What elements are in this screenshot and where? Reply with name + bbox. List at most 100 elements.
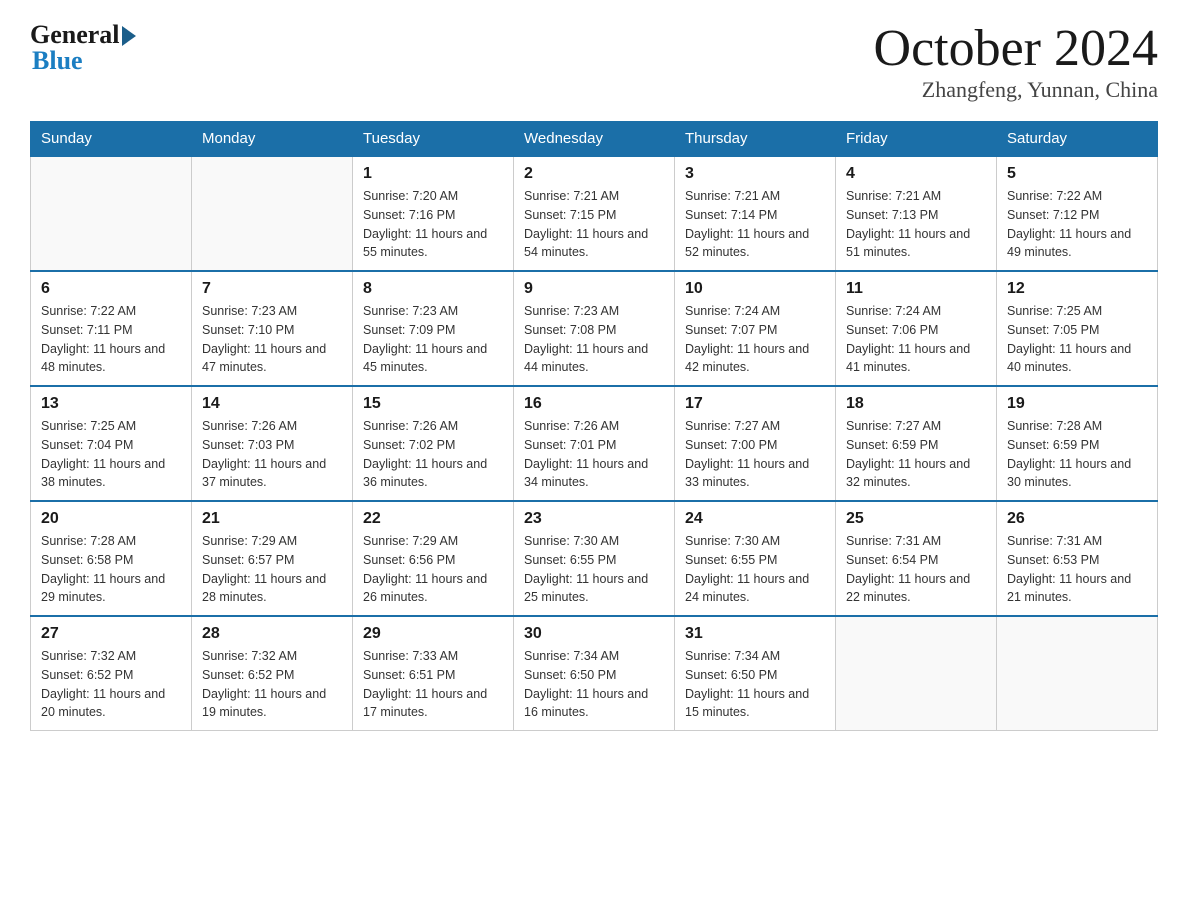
cell-day-number: 6 xyxy=(41,280,181,298)
cell-day-number: 15 xyxy=(363,395,503,413)
table-cell: 7 Sunrise: 7:23 AMSunset: 7:10 PMDaylight… xyxy=(192,271,353,386)
cell-day-number: 10 xyxy=(685,280,825,298)
table-cell: 5 Sunrise: 7:22 AMSunset: 7:12 PMDaylight… xyxy=(997,156,1158,271)
weekday-header-thursday: Thursday xyxy=(675,122,836,157)
cell-sun-info: Sunrise: 7:26 AMSunset: 7:03 PMDaylight:… xyxy=(202,417,342,492)
cell-day-number: 26 xyxy=(1007,510,1147,528)
weekday-header-tuesday: Tuesday xyxy=(353,122,514,157)
logo: General Blue xyxy=(30,20,136,76)
logo-arrow-icon xyxy=(122,26,136,46)
table-cell: 24Sunrise: 7:30 AMSunset: 6:55 PMDayligh… xyxy=(675,501,836,616)
table-cell: 26 Sunrise: 7:31 AMSunset: 6:53 PMDayligh… xyxy=(997,501,1158,616)
cell-sun-info: Sunrise: 7:21 AMSunset: 7:14 PMDaylight:… xyxy=(685,187,825,262)
cell-day-number: 22 xyxy=(363,510,503,528)
week-row-1: 1 Sunrise: 7:20 AMSunset: 7:16 PMDaylight… xyxy=(31,156,1158,271)
cell-day-number: 30 xyxy=(524,625,664,643)
table-cell: 13 Sunrise: 7:25 AMSunset: 7:04 PMDayligh… xyxy=(31,386,192,501)
weekday-header-friday: Friday xyxy=(836,122,997,157)
table-cell: 31 Sunrise: 7:34 AMSunset: 6:50 PMDayligh… xyxy=(675,616,836,731)
cell-day-number: 2 xyxy=(524,165,664,183)
table-cell xyxy=(997,616,1158,731)
cell-day-number: 23 xyxy=(524,510,664,528)
cell-day-number: 1 xyxy=(363,165,503,183)
cell-sun-info: Sunrise: 7:23 AMSunset: 7:10 PMDaylight:… xyxy=(202,302,342,377)
cell-day-number: 7 xyxy=(202,280,342,298)
cell-day-number: 27 xyxy=(41,625,181,643)
table-cell: 3 Sunrise: 7:21 AMSunset: 7:14 PMDaylight… xyxy=(675,156,836,271)
cell-sun-info: Sunrise: 7:28 AMSunset: 6:59 PMDaylight:… xyxy=(1007,417,1147,492)
page-header: General Blue October 2024 Zhangfeng, Yun… xyxy=(30,20,1158,103)
table-cell xyxy=(31,156,192,271)
cell-sun-info: Sunrise: 7:20 AMSunset: 7:16 PMDaylight:… xyxy=(363,187,503,262)
table-cell: 23 Sunrise: 7:30 AMSunset: 6:55 PMDayligh… xyxy=(514,501,675,616)
week-row-2: 6 Sunrise: 7:22 AMSunset: 7:11 PMDaylight… xyxy=(31,271,1158,386)
table-cell: 27 Sunrise: 7:32 AMSunset: 6:52 PMDayligh… xyxy=(31,616,192,731)
cell-day-number: 19 xyxy=(1007,395,1147,413)
cell-sun-info: Sunrise: 7:25 AMSunset: 7:04 PMDaylight:… xyxy=(41,417,181,492)
cell-sun-info: Sunrise: 7:30 AMSunset: 6:55 PMDaylight:… xyxy=(524,532,664,607)
cell-sun-info: Sunrise: 7:24 AMSunset: 7:07 PMDaylight:… xyxy=(685,302,825,377)
cell-day-number: 29 xyxy=(363,625,503,643)
cell-day-number: 17 xyxy=(685,395,825,413)
cell-sun-info: Sunrise: 7:21 AMSunset: 7:13 PMDaylight:… xyxy=(846,187,986,262)
table-cell: 6 Sunrise: 7:22 AMSunset: 7:11 PMDaylight… xyxy=(31,271,192,386)
cell-day-number: 14 xyxy=(202,395,342,413)
table-cell: 8 Sunrise: 7:23 AMSunset: 7:09 PMDaylight… xyxy=(353,271,514,386)
cell-day-number: 11 xyxy=(846,280,986,298)
table-cell: 15 Sunrise: 7:26 AMSunset: 7:02 PMDayligh… xyxy=(353,386,514,501)
cell-sun-info: Sunrise: 7:34 AMSunset: 6:50 PMDaylight:… xyxy=(685,647,825,722)
cell-sun-info: Sunrise: 7:26 AMSunset: 7:01 PMDaylight:… xyxy=(524,417,664,492)
cell-day-number: 3 xyxy=(685,165,825,183)
cell-sun-info: Sunrise: 7:32 AMSunset: 6:52 PMDaylight:… xyxy=(41,647,181,722)
cell-day-number: 31 xyxy=(685,625,825,643)
table-cell: 12Sunrise: 7:25 AMSunset: 7:05 PMDayligh… xyxy=(997,271,1158,386)
cell-day-number: 5 xyxy=(1007,165,1147,183)
weekday-header-row: SundayMondayTuesdayWednesdayThursdayFrid… xyxy=(31,122,1158,157)
table-cell: 2 Sunrise: 7:21 AMSunset: 7:15 PMDaylight… xyxy=(514,156,675,271)
cell-sun-info: Sunrise: 7:23 AMSunset: 7:09 PMDaylight:… xyxy=(363,302,503,377)
cell-day-number: 13 xyxy=(41,395,181,413)
cell-day-number: 25 xyxy=(846,510,986,528)
cell-day-number: 8 xyxy=(363,280,503,298)
cell-sun-info: Sunrise: 7:21 AMSunset: 7:15 PMDaylight:… xyxy=(524,187,664,262)
weekday-header-saturday: Saturday xyxy=(997,122,1158,157)
weekday-header-monday: Monday xyxy=(192,122,353,157)
title-section: October 2024 Zhangfeng, Yunnan, China xyxy=(874,20,1158,103)
table-cell: 4Sunrise: 7:21 AMSunset: 7:13 PMDaylight… xyxy=(836,156,997,271)
cell-sun-info: Sunrise: 7:33 AMSunset: 6:51 PMDaylight:… xyxy=(363,647,503,722)
month-title: October 2024 xyxy=(874,20,1158,77)
cell-sun-info: Sunrise: 7:25 AMSunset: 7:05 PMDaylight:… xyxy=(1007,302,1147,377)
cell-day-number: 24 xyxy=(685,510,825,528)
table-cell xyxy=(192,156,353,271)
cell-sun-info: Sunrise: 7:22 AMSunset: 7:12 PMDaylight:… xyxy=(1007,187,1147,262)
cell-sun-info: Sunrise: 7:26 AMSunset: 7:02 PMDaylight:… xyxy=(363,417,503,492)
cell-day-number: 18 xyxy=(846,395,986,413)
table-cell: 25 Sunrise: 7:31 AMSunset: 6:54 PMDayligh… xyxy=(836,501,997,616)
table-cell: 22 Sunrise: 7:29 AMSunset: 6:56 PMDayligh… xyxy=(353,501,514,616)
table-cell: 1 Sunrise: 7:20 AMSunset: 7:16 PMDaylight… xyxy=(353,156,514,271)
table-cell: 29 Sunrise: 7:33 AMSunset: 6:51 PMDayligh… xyxy=(353,616,514,731)
table-cell: 28Sunrise: 7:32 AMSunset: 6:52 PMDayligh… xyxy=(192,616,353,731)
cell-day-number: 9 xyxy=(524,280,664,298)
cell-sun-info: Sunrise: 7:28 AMSunset: 6:58 PMDaylight:… xyxy=(41,532,181,607)
cell-day-number: 20 xyxy=(41,510,181,528)
weekday-header-wednesday: Wednesday xyxy=(514,122,675,157)
cell-sun-info: Sunrise: 7:31 AMSunset: 6:54 PMDaylight:… xyxy=(846,532,986,607)
week-row-5: 27 Sunrise: 7:32 AMSunset: 6:52 PMDayligh… xyxy=(31,616,1158,731)
cell-sun-info: Sunrise: 7:27 AMSunset: 7:00 PMDaylight:… xyxy=(685,417,825,492)
cell-sun-info: Sunrise: 7:29 AMSunset: 6:57 PMDaylight:… xyxy=(202,532,342,607)
cell-day-number: 21 xyxy=(202,510,342,528)
cell-sun-info: Sunrise: 7:31 AMSunset: 6:53 PMDaylight:… xyxy=(1007,532,1147,607)
cell-sun-info: Sunrise: 7:22 AMSunset: 7:11 PMDaylight:… xyxy=(41,302,181,377)
table-cell: 18Sunrise: 7:27 AMSunset: 6:59 PMDayligh… xyxy=(836,386,997,501)
cell-sun-info: Sunrise: 7:24 AMSunset: 7:06 PMDaylight:… xyxy=(846,302,986,377)
week-row-4: 20 Sunrise: 7:28 AMSunset: 6:58 PMDayligh… xyxy=(31,501,1158,616)
calendar-table: SundayMondayTuesdayWednesdayThursdayFrid… xyxy=(30,121,1158,731)
table-cell: 10 Sunrise: 7:24 AMSunset: 7:07 PMDayligh… xyxy=(675,271,836,386)
table-cell: 9Sunrise: 7:23 AMSunset: 7:08 PMDaylight… xyxy=(514,271,675,386)
cell-sun-info: Sunrise: 7:29 AMSunset: 6:56 PMDaylight:… xyxy=(363,532,503,607)
table-cell: 17 Sunrise: 7:27 AMSunset: 7:00 PMDayligh… xyxy=(675,386,836,501)
logo-blue-text: Blue xyxy=(32,46,83,76)
weekday-header-sunday: Sunday xyxy=(31,122,192,157)
table-cell xyxy=(836,616,997,731)
